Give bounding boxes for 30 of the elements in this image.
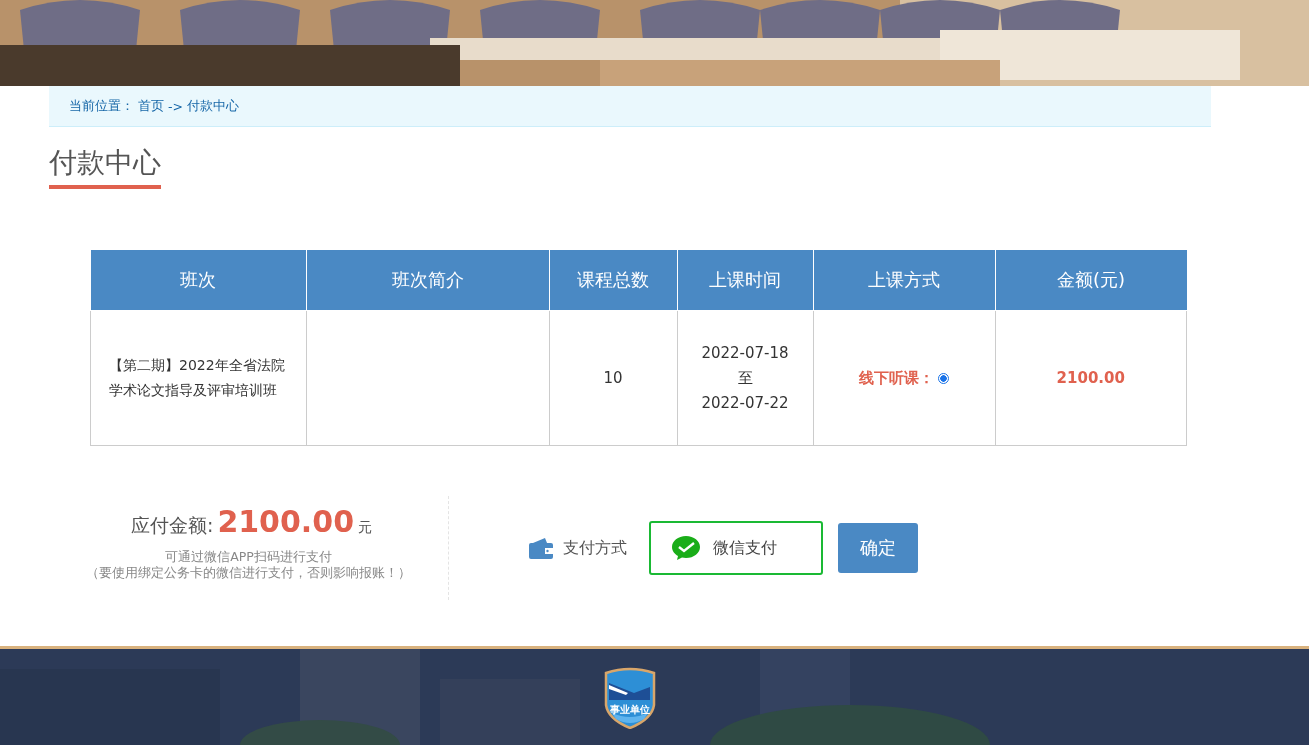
breadcrumb-label: 当前位置： [69, 97, 134, 115]
date-text: 2022-07-18 [700, 342, 790, 364]
confirm-button[interactable]: 确定 [838, 523, 918, 573]
total-amount: 2100.00 [217, 504, 354, 539]
page-title: 付款中心 [49, 145, 161, 189]
column-header: 班次 [90, 250, 306, 311]
breadcrumb-link[interactable]: 付款中心 [187, 97, 239, 115]
chat-bubble-check-icon [671, 535, 701, 561]
breadcrumb-link[interactable]: 首页 [138, 97, 164, 115]
column-header: 上课时间 [677, 250, 813, 311]
column-header: 上课方式 [813, 250, 995, 311]
radio-button[interactable] [938, 372, 949, 384]
date-text: 至 [736, 367, 754, 389]
table-cell: 10 [549, 310, 677, 446]
payment-option[interactable]: 微信支付 [649, 521, 823, 575]
column-header: 班次简介 [306, 250, 549, 311]
date-text: 2022-07-22 [700, 392, 790, 414]
column-header: 课程总数 [549, 250, 677, 311]
breadcrumb-separator: -> [168, 98, 183, 114]
currency-unit: 元 [358, 519, 372, 537]
amount-text: 2100.00 [995, 310, 1187, 446]
payment-method-label: 支付方式 [563, 537, 627, 559]
emblem-text: 事业单位 [609, 703, 651, 717]
mode-option[interactable]: 线下听课： [859, 367, 949, 389]
column-header: 金额(元) [995, 250, 1187, 311]
payment-note: （要使用绑定公务卡的微信进行支付，否则影响报账！） [86, 565, 411, 581]
total-label: 应付金额: [130, 513, 214, 538]
wallet-icon [529, 537, 553, 559]
table-cell: 【第二期】2022年全省法院学术论文指导及评审培训班 [90, 310, 306, 446]
payment-note: 可通过微信APP扫码进行支付 [165, 549, 332, 565]
